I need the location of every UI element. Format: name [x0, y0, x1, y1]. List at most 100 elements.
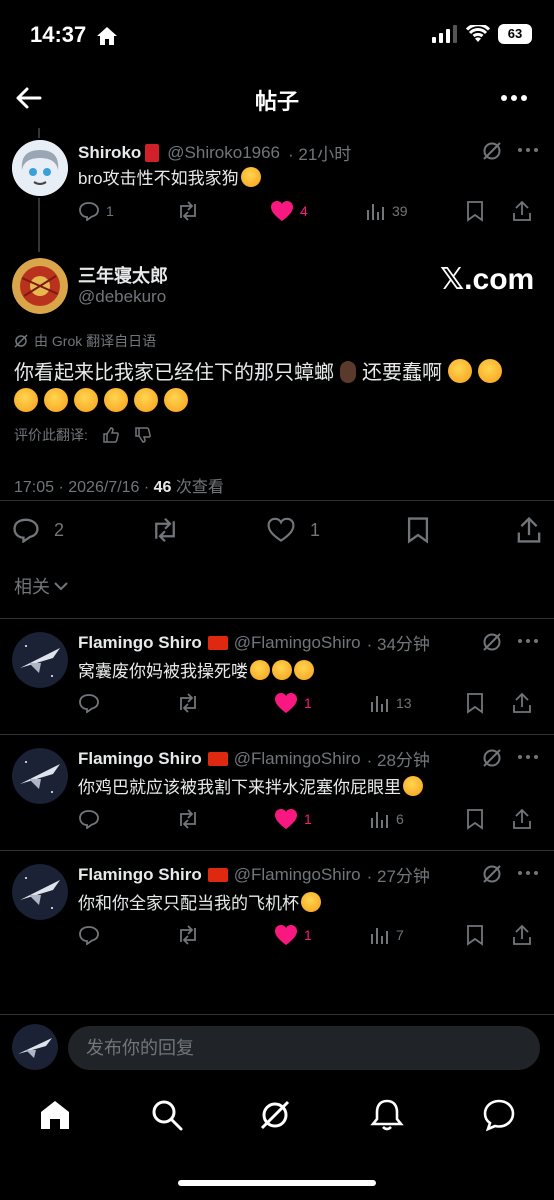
grok-icon[interactable]: [482, 632, 502, 652]
like-button[interactable]: 1: [274, 924, 370, 946]
more-icon[interactable]: [518, 871, 538, 875]
bookmark-button[interactable]: [466, 200, 512, 222]
repost-button[interactable]: [176, 693, 274, 713]
reply-icon: [79, 694, 99, 713]
avatar[interactable]: [12, 748, 68, 804]
chevron-down-icon: [54, 582, 68, 591]
author-name[interactable]: Flamingo Shiro: [78, 633, 202, 653]
bookmark-button[interactable]: [466, 692, 512, 714]
avatar[interactable]: [12, 258, 68, 314]
repost-button[interactable]: [176, 809, 274, 829]
bookmark-button[interactable]: [406, 516, 430, 544]
wifi-icon: [466, 25, 490, 42]
share-button[interactable]: [512, 200, 532, 222]
main-action-bar: 2 1: [12, 516, 542, 544]
like-button[interactable]: 1: [274, 808, 370, 830]
author-name[interactable]: 三年寝太郎: [78, 262, 168, 288]
home-status-icon: [96, 26, 118, 46]
repost-icon: [180, 693, 196, 713]
repost-icon: [155, 517, 175, 543]
reply-button[interactable]: [78, 925, 176, 945]
reply-icon: [79, 810, 99, 829]
views-button[interactable]: 39: [366, 201, 466, 221]
share-icon: [513, 924, 531, 945]
rate-translation: 评价此翻译:: [14, 425, 152, 445]
views-button[interactable]: 7: [370, 925, 466, 945]
tab-grok[interactable]: [258, 1098, 292, 1132]
author-name[interactable]: Flamingo Shiro: [78, 865, 202, 885]
author-handle[interactable]: @FlamingoShiro: [234, 749, 361, 769]
views-button[interactable]: 6: [370, 809, 466, 829]
like-button[interactable]: 1: [274, 692, 370, 714]
author-handle[interactable]: @FlamingoShiro: [234, 633, 361, 653]
share-icon: [513, 200, 531, 221]
grok-small-icon: [14, 334, 28, 348]
share-button[interactable]: [512, 924, 532, 946]
tab-notifications[interactable]: [370, 1098, 404, 1132]
share-icon: [517, 516, 541, 543]
reply-button[interactable]: [78, 809, 176, 829]
reply-button[interactable]: [78, 693, 176, 713]
reply-button[interactable]: 2: [12, 517, 64, 543]
tab-messages[interactable]: [482, 1098, 516, 1132]
related-toggle[interactable]: 相关: [14, 573, 68, 599]
reply-header: Flamingo Shiro @FlamingoShiro · 28分钟: [78, 746, 430, 771]
avatar[interactable]: [12, 864, 68, 920]
author-handle[interactable]: @FlamingoShiro: [234, 865, 361, 885]
reply-input[interactable]: 发布你的回复: [68, 1026, 540, 1070]
china-flag-icon: [207, 635, 228, 650]
china-flag-icon: [207, 867, 228, 882]
parent-post-header: Shiroko @Shiroko1966 · 21小时: [78, 140, 351, 165]
thumbs-up-icon[interactable]: [102, 426, 120, 444]
repost-button[interactable]: [150, 517, 180, 543]
tab-search[interactable]: [150, 1098, 184, 1132]
reply-action-bar: 1 7: [78, 924, 538, 946]
more-menu-icon[interactable]: [500, 94, 528, 102]
like-button[interactable]: 1: [266, 517, 320, 543]
avatar[interactable]: [12, 1024, 58, 1070]
laughing-emoji-icon: [250, 660, 270, 680]
bookmark-button[interactable]: [466, 924, 512, 946]
share-button[interactable]: [516, 516, 542, 544]
laughing-emoji-icon: [294, 660, 314, 680]
reply-button[interactable]: 1: [78, 201, 176, 221]
grok-icon[interactable]: [482, 748, 502, 768]
reply-icon: [13, 518, 39, 543]
laughing-emoji-icon: [403, 776, 423, 796]
thumbs-down-icon[interactable]: [134, 426, 152, 444]
share-button[interactable]: [512, 692, 532, 714]
heart-filled-icon: [275, 809, 297, 829]
divider: [0, 618, 554, 619]
avatar[interactable]: [12, 140, 68, 196]
repost-button[interactable]: [176, 925, 274, 945]
author-handle[interactable]: @debekuro: [78, 287, 166, 307]
grok-icon[interactable]: [482, 864, 502, 884]
reply-icon: [79, 202, 99, 221]
post-time: · 21小时: [288, 145, 352, 164]
bookmark-button[interactable]: [466, 808, 512, 830]
share-icon: [513, 692, 531, 713]
more-icon[interactable]: [518, 639, 538, 643]
battery-indicator: 63: [498, 24, 532, 44]
author-name[interactable]: Shiroko: [78, 143, 141, 163]
post-time: · 27分钟: [366, 867, 430, 886]
avatar[interactable]: [12, 632, 68, 688]
grok-icon[interactable]: [482, 141, 502, 161]
post-text: 你看起来比我家已经住下的那只蟑螂 还要蠢啊: [14, 356, 508, 385]
share-button[interactable]: [512, 808, 532, 830]
reply-action-bar: 1 13: [78, 692, 538, 714]
laughing-emoji-icon: [134, 388, 158, 412]
views-button[interactable]: 13: [370, 693, 466, 713]
laughing-emoji-icon: [74, 388, 98, 412]
repost-button[interactable]: [176, 201, 270, 221]
parent-action-bar: 1 4 39: [78, 200, 538, 222]
tab-home[interactable]: [38, 1098, 72, 1132]
laughing-emoji-icon: [44, 388, 68, 412]
more-icon[interactable]: [518, 148, 538, 152]
emoji-row: [14, 388, 194, 413]
author-handle[interactable]: @Shiroko1966: [167, 143, 280, 163]
like-button[interactable]: 4: [270, 200, 366, 222]
more-icon[interactable]: [518, 755, 538, 759]
author-name[interactable]: Flamingo Shiro: [78, 749, 202, 769]
grok-icon: [260, 1100, 290, 1130]
